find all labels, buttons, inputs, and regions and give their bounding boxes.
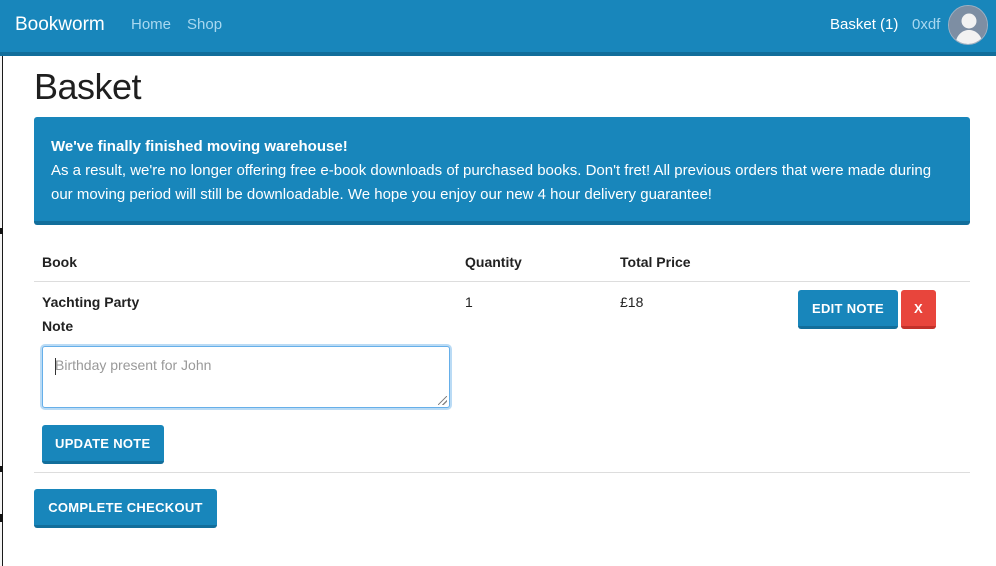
info-alert: We've finally finished moving warehouse!… [34,117,970,225]
row-divider [34,472,970,473]
alert-body-line-1: As a result, we're no longer offering fr… [51,162,932,179]
window-left-edge [0,0,3,566]
note-textarea[interactable]: Birthday present for John [42,346,450,408]
remove-item-button[interactable]: X [901,290,936,329]
user-avatar-icon[interactable] [948,5,988,45]
edit-note-button[interactable]: EDIT NOTE [798,290,898,329]
nav-user-link[interactable]: 0xdf [912,16,940,33]
note-label: Note [42,318,74,334]
brand-link[interactable]: Bookworm [15,14,105,36]
quantity-value: 1 [465,294,473,310]
nav-shop-link[interactable]: Shop [187,16,222,33]
book-title: Yachting Party [42,294,140,310]
column-header-quantity: Quantity [465,254,522,270]
navbar: Bookworm Home Shop Basket (1) 0xdf [0,0,996,56]
column-header-total-price: Total Price [620,254,691,270]
total-price-value: £18 [620,294,644,310]
nav-home-link[interactable]: Home [131,16,171,33]
resize-grip-icon[interactable] [438,396,447,405]
header-divider [34,281,970,282]
alert-body-line-2: our moving period will still be download… [51,186,712,203]
column-header-book: Book [42,254,77,270]
nav-basket-link[interactable]: Basket (1) [830,16,898,33]
note-placeholder: Birthday present for John [55,357,212,373]
text-caret [55,358,56,375]
complete-checkout-button[interactable]: COMPLETE CHECKOUT [34,489,217,528]
alert-title: We've finally finished moving warehouse! [51,138,348,155]
update-note-button[interactable]: UPDATE NOTE [42,425,164,464]
page-title: Basket [34,66,142,107]
